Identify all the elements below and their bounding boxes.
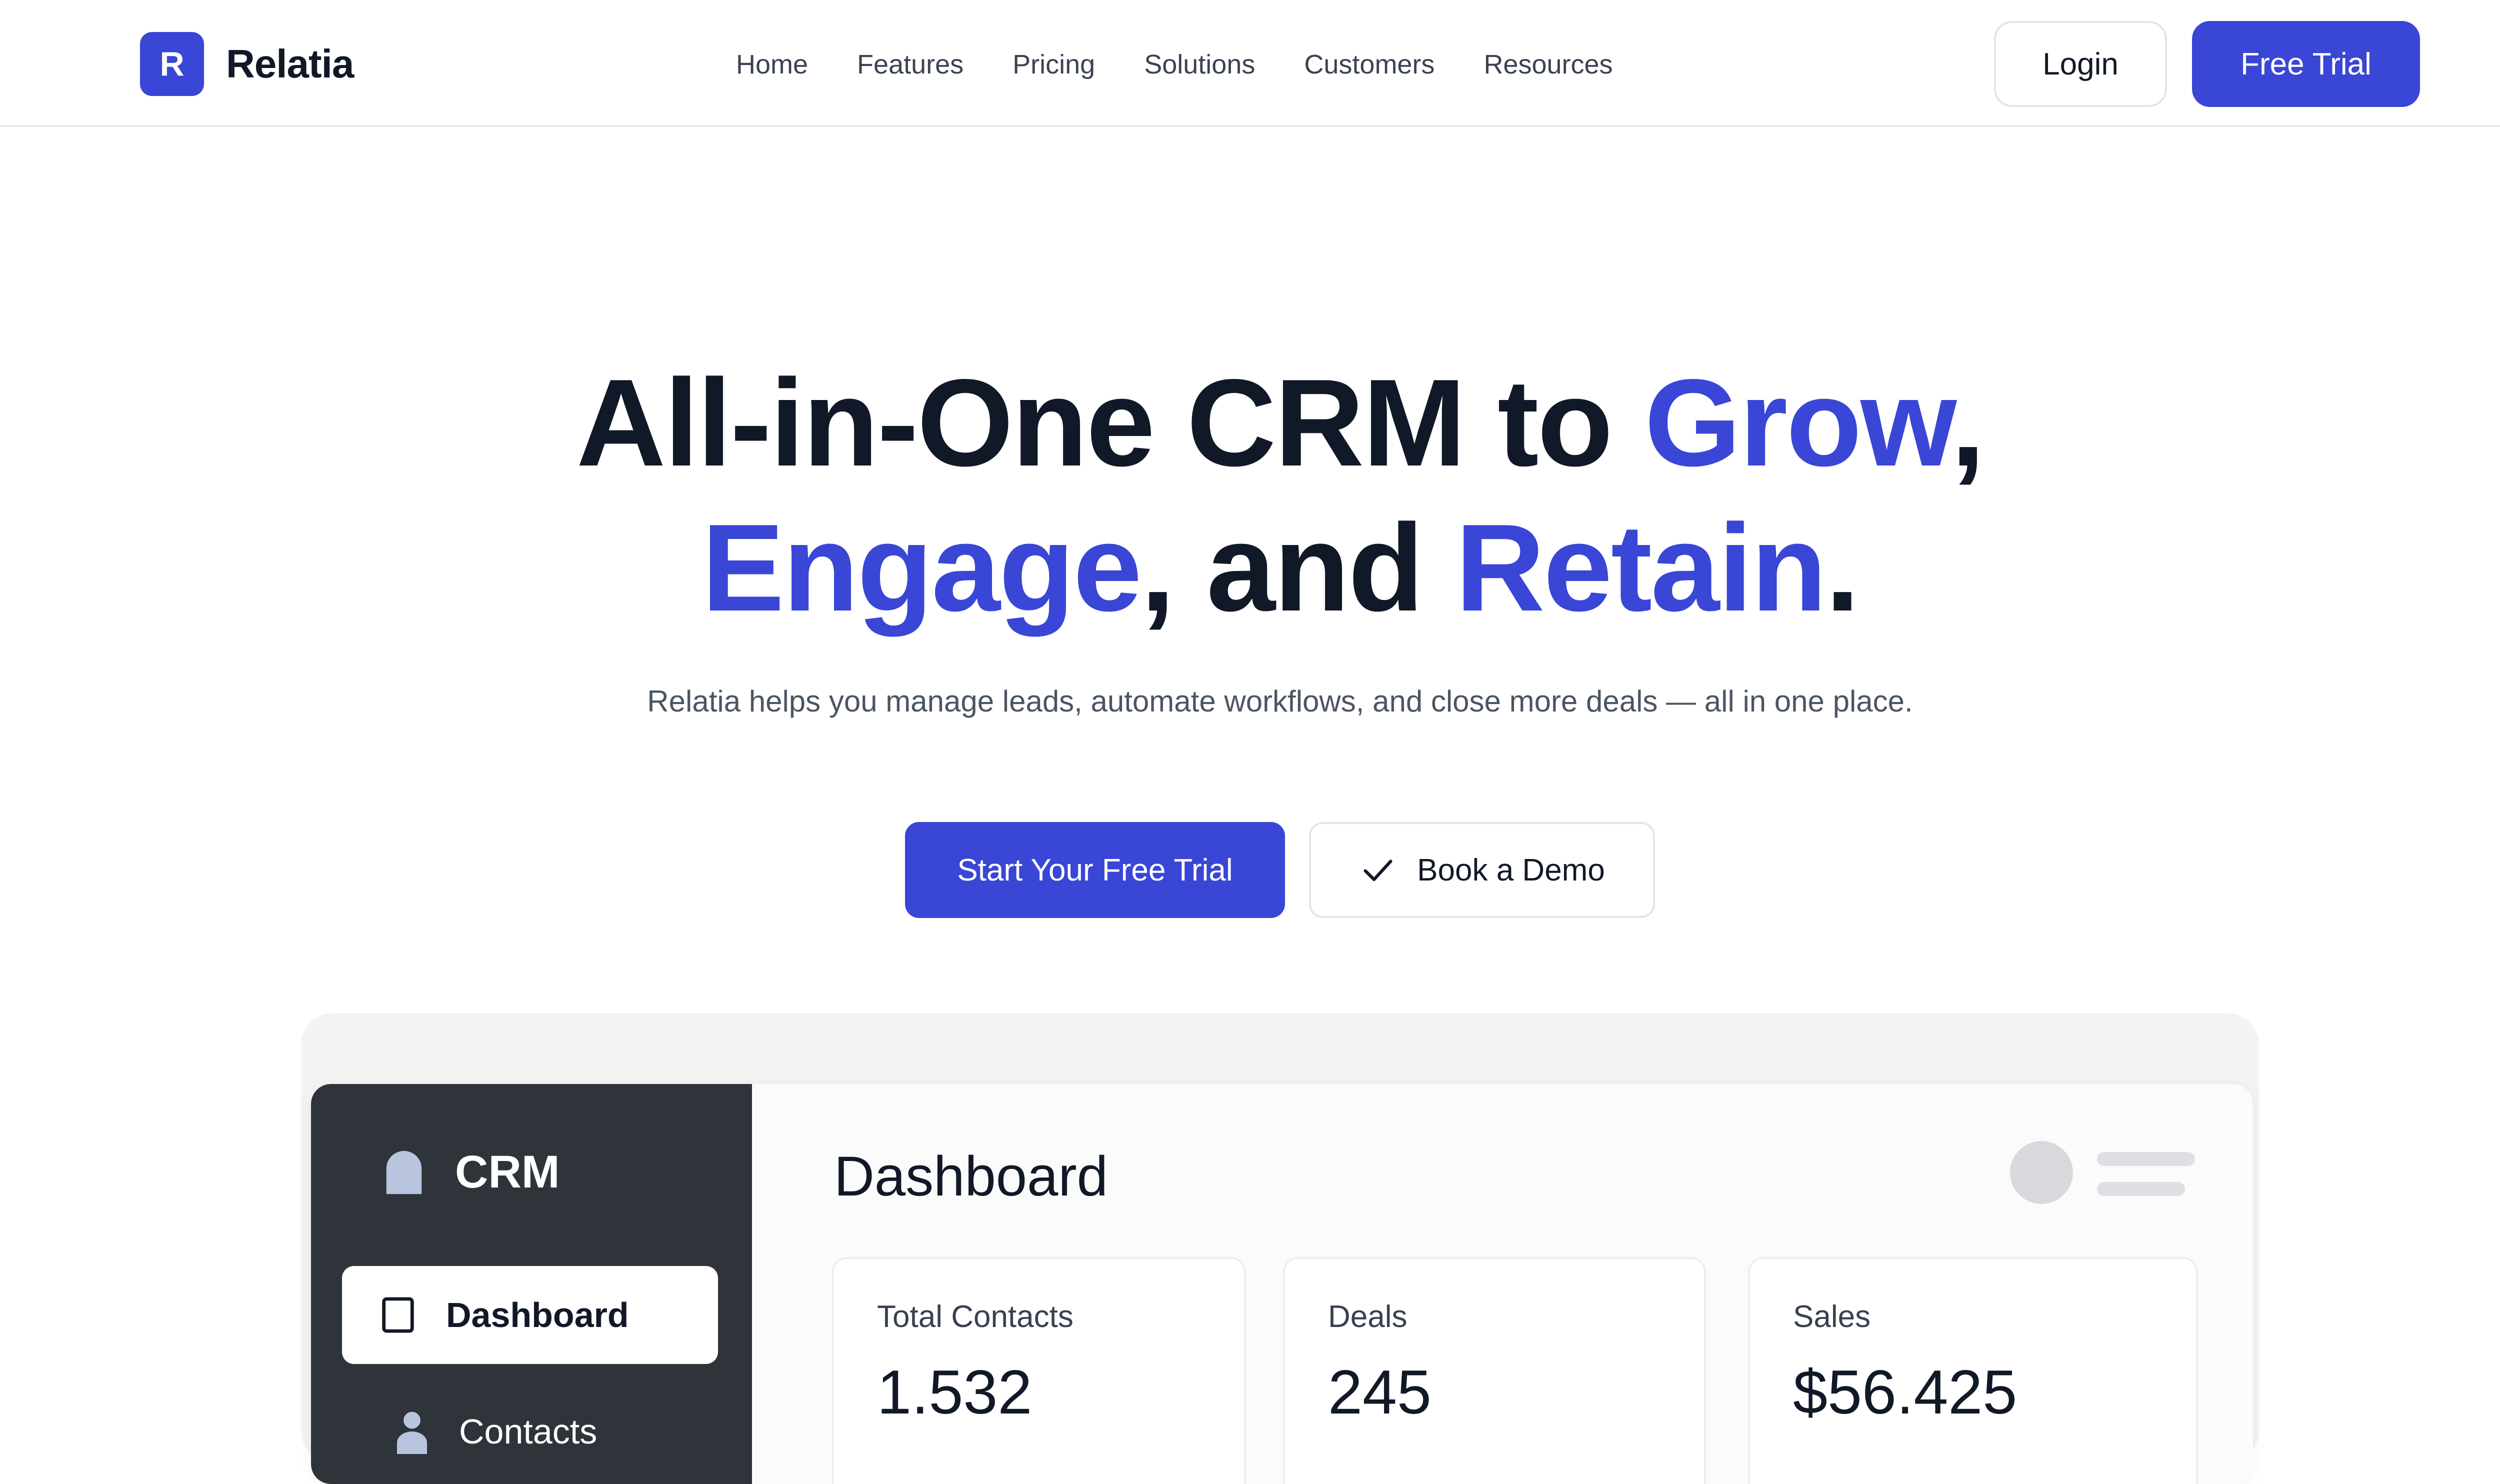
menu-placeholder-line bbox=[2097, 1152, 2195, 1166]
headline-part: , and bbox=[1140, 498, 1456, 637]
menu-placeholder-line bbox=[2097, 1182, 2185, 1196]
headline-accent-grow: Grow bbox=[1644, 353, 1952, 492]
headline-accent-retain: Retain bbox=[1455, 498, 1827, 637]
stat-card-sales: Sales $56.425 bbox=[1748, 1257, 2198, 1484]
main-nav: Home Features Pricing Solutions Customer… bbox=[736, 47, 1613, 82]
headline-part: All-in-One CRM to bbox=[576, 353, 1644, 492]
brand-logo[interactable]: R Relatia bbox=[140, 32, 354, 96]
nav-link-home[interactable]: Home bbox=[736, 47, 808, 82]
stat-label: Total Contacts bbox=[877, 1300, 1074, 1334]
app-sidebar: CRM Dashboard Contacts bbox=[311, 1084, 752, 1484]
start-free-trial-button[interactable]: Start Your Free Trial bbox=[905, 822, 1285, 918]
stat-value: 1.532 bbox=[877, 1358, 1032, 1427]
stat-card-total-contacts: Total Contacts 1.532 bbox=[832, 1257, 1246, 1484]
hero-headline: All-in-One CRM to Grow, Engage, and Reta… bbox=[0, 350, 2500, 640]
avatar[interactable] bbox=[2010, 1141, 2073, 1204]
logo-mark-icon: R bbox=[140, 32, 204, 96]
user-icon bbox=[397, 1412, 427, 1454]
sidebar-item-label: Contacts bbox=[459, 1412, 598, 1451]
sidebar-item-label: Dashboard bbox=[446, 1296, 629, 1334]
app-main-panel: Dashboard Total Contacts 1.532 Deals 245… bbox=[752, 1084, 2253, 1484]
nav-link-resources[interactable]: Resources bbox=[1484, 47, 1612, 82]
dashboard-title: Dashboard bbox=[834, 1145, 1108, 1208]
checkmark-icon bbox=[1364, 860, 1392, 882]
stat-card-deals: Deals 245 bbox=[1283, 1257, 1706, 1484]
crm-logo-icon bbox=[386, 1150, 422, 1194]
headline-accent-engage: Engage bbox=[702, 498, 1142, 637]
crm-brand: CRM bbox=[384, 1146, 560, 1198]
login-button[interactable]: Login bbox=[1994, 21, 2167, 107]
book-demo-button[interactable]: Book a Demo bbox=[1309, 822, 1655, 918]
stat-value: $56.425 bbox=[1793, 1358, 2018, 1427]
sidebar-item-contacts[interactable]: Contacts bbox=[342, 1394, 718, 1469]
stat-value: 245 bbox=[1328, 1358, 1432, 1427]
stat-label: Deals bbox=[1328, 1300, 1408, 1334]
sidebar-item-dashboard[interactable]: Dashboard bbox=[342, 1266, 718, 1364]
headline-part: , bbox=[1950, 353, 1986, 492]
nav-link-solutions[interactable]: Solutions bbox=[1144, 47, 1255, 82]
brand-name: Relatia bbox=[226, 42, 354, 86]
hero-subtitle: Relatia helps you manage leads, automate… bbox=[647, 684, 1913, 718]
nav-link-pricing[interactable]: Pricing bbox=[1012, 47, 1095, 82]
top-navbar: R Relatia Home Features Pricing Solution… bbox=[0, 0, 2500, 127]
nav-link-features[interactable]: Features bbox=[857, 47, 964, 82]
book-demo-label: Book a Demo bbox=[1417, 852, 1605, 888]
stat-label: Sales bbox=[1793, 1300, 1871, 1334]
free-trial-button[interactable]: Free Trial bbox=[2192, 21, 2420, 107]
tablet-icon bbox=[382, 1297, 414, 1333]
crm-label: CRM bbox=[455, 1146, 560, 1198]
nav-link-customers[interactable]: Customers bbox=[1304, 47, 1434, 82]
app-preview-window: CRM Dashboard Contacts Dashboard Total C… bbox=[311, 1084, 2253, 1484]
headline-part: . bbox=[1825, 498, 1860, 637]
